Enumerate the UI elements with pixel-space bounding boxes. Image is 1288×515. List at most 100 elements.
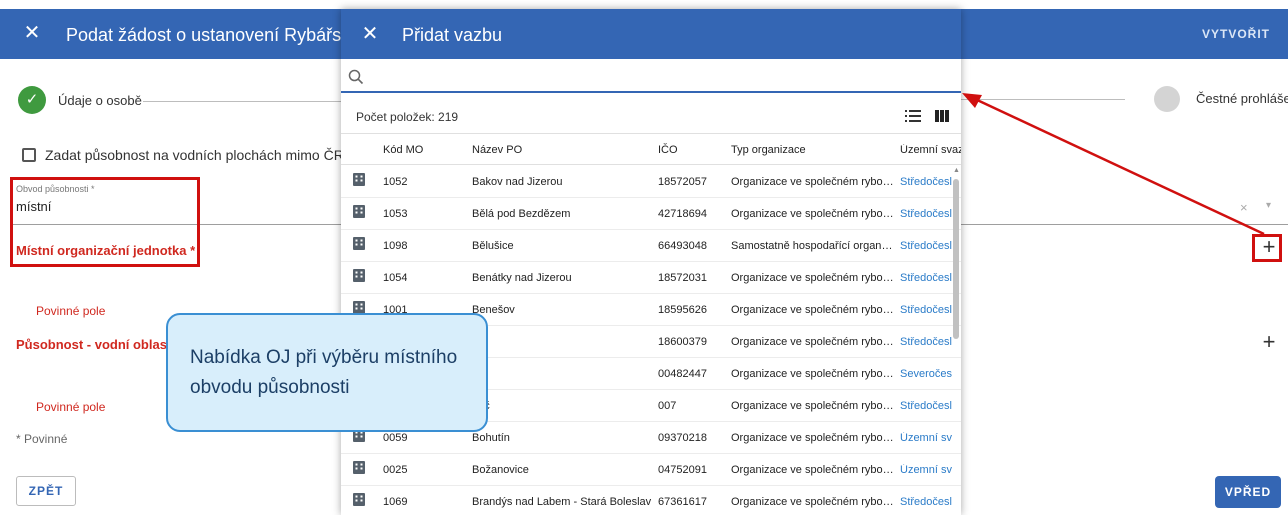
search-underline [341,91,961,93]
required-note: * Povinné [16,432,68,446]
cell-uzemni[interactable]: Středočesl [900,496,956,508]
cell-ico: 66493048 [658,240,707,252]
column-header-ico[interactable]: IČO [658,144,678,156]
required-error-text: Povinné pole [36,400,106,414]
cell-ico: 18600379 [658,336,707,348]
list-view-icon[interactable] [905,109,921,123]
cell-typ: Samostatně hospodařící organiz… [731,240,894,252]
pusobnost-field-label: Působnost - vodní oblast [16,337,172,352]
add-pusobnost-plus-icon[interactable]: + [1258,331,1280,354]
scrollbar-thumb[interactable] [953,179,959,339]
cell-ico: 00482447 [658,368,707,380]
cell-kod: 1052 [383,176,408,188]
cell-typ: Organizace ve společném rybolo… [731,176,894,188]
cell-ico: 09370218 [658,432,707,444]
search-icon [348,69,364,85]
column-header-typ[interactable]: Typ organizace [731,144,806,156]
column-header-kod[interactable]: Kód MO [383,144,423,156]
annotation-highlight-box [10,177,200,267]
table-row[interactable]: 1098 Bělušice 66493048 Samostatně hospodaří… [341,230,961,262]
cell-uzemni[interactable]: Územní sv [900,432,956,444]
cell-nazev: n [472,336,652,348]
next-button[interactable]: VPŘED [1215,476,1281,508]
cell-ico: 18595626 [658,304,707,316]
cell-uzemni[interactable]: Územní sv [900,464,956,476]
cell-uzemni[interactable]: Středočesl [900,336,956,348]
table-header: Kód MO Název PO IČO Typ organizace Územn… [341,133,961,165]
step-label-declaration[interactable]: Čestné prohlášení [1196,91,1288,106]
cell-kod: 0059 [383,432,408,444]
building-icon [353,269,365,282]
cell-kod: 1069 [383,496,408,508]
column-view-icon[interactable] [935,109,949,123]
cell-nazev: Božanovice [472,464,529,476]
cell-typ: Organizace ve společném rybolo… [731,208,894,220]
step-completed-check-icon: ✓ [18,86,46,114]
annotation-callout: Nabídka OJ při výběru místního obvodu pů… [166,313,488,432]
create-button[interactable]: VYTVOŘIT [1202,27,1270,41]
cell-uzemni[interactable]: Středočesl [900,240,956,252]
column-header-nazev[interactable]: Název PO [472,144,522,156]
cell-ico: 18572031 [658,272,707,284]
scroll-up-arrow-icon[interactable]: ▲ [953,167,960,174]
building-icon [353,301,365,314]
cell-kod: 0025 [383,464,408,476]
dialog-search-input[interactable] [367,68,957,88]
stepper-connector [143,101,343,102]
table-row[interactable]: 0025 Božanovice 04752091 Organizace ve spol… [341,454,961,486]
annotation-highlight-box [1252,234,1282,262]
cell-ico: 04752091 [658,464,707,476]
cell-uzemni[interactable]: Středočesl [900,304,956,316]
page-title: Podat žádost o ustanovení Rybářské st [66,25,380,45]
cell-typ: Organizace ve společném rybolo… [731,464,894,476]
required-error-text: Povinné pole [36,304,106,318]
building-icon [353,237,365,250]
clear-icon[interactable]: × [1240,200,1248,215]
step-indicator [1154,86,1180,112]
cell-ico: 67361617 [658,496,707,508]
cell-kod: 1053 [383,208,408,220]
cell-nazev: Bohutín [472,432,510,444]
cell-nazev: Benátky nad Jizerou [472,272,572,284]
table-row[interactable]: 1054 Benátky nad Jizerou 18572031 Organizac… [341,262,961,294]
cell-nazev: Bělušice [472,240,514,252]
table-row[interactable]: 1069 Brandýs nad Labem - Stará Boleslav 67… [341,486,961,515]
callout-text: Nabídka OJ při výběru místního obvodu pů… [190,347,458,398]
dialog-header: ✕ Přidat vazbu [341,9,961,59]
cell-typ: Organizace ve společném rybolo… [731,400,894,412]
cell-nazev: neč [472,400,652,412]
cell-uzemni[interactable]: Středočesl [900,176,956,188]
building-icon [353,493,365,506]
cell-kod: 1098 [383,240,408,252]
cell-ico: 18572057 [658,176,707,188]
chevron-down-icon[interactable]: ▾ [1266,200,1271,211]
cell-typ: Organizace ve společném rybolo… [731,496,894,508]
cell-uzemni[interactable]: Středočesl [900,400,956,412]
step-label-personal[interactable]: Údaje o osobě [58,93,142,108]
screen: ✕ Podat žádost o ustanovení Rybářské st … [0,0,1288,515]
cell-ico: 007 [658,400,677,412]
cell-ico: 42718694 [658,208,707,220]
table-row[interactable]: 1052 Bakov nad Jizerou 18572057 Organizace … [341,166,961,198]
cell-nazev: Bakov nad Jizerou [472,176,563,188]
checkbox-label: Zadat působnost na vodních plochách mimo… [45,147,361,163]
cell-typ: Organizace ve společném rybolo… [731,368,894,380]
table-row[interactable]: 1053 Bělá pod Bezdězem 42718694 Organizace … [341,198,961,230]
cell-uzemni[interactable]: Středočesl [900,272,956,284]
cell-uzemni[interactable]: Středočesl [900,208,956,220]
cell-nazev: Benešov [472,304,515,316]
column-header-uzemni[interactable]: Územní svaz [900,144,961,156]
back-button[interactable]: ZPĚT [16,476,76,506]
building-icon [353,461,365,474]
dialog-title: Přidat vazbu [402,25,503,45]
checkbox-outside-waters[interactable] [22,148,36,162]
dialog-close-icon[interactable]: ✕ [360,24,380,44]
cell-kod: 1054 [383,272,408,284]
add-relation-dialog: ✕ Přidat vazbu Počet položek: 219 Kód MO… [341,9,961,515]
stepper-connector [960,99,1125,100]
cell-typ: Organizace ve společném rybolo… [731,304,894,316]
building-icon [353,173,365,186]
item-count: Počet položek: 219 [356,110,459,124]
cell-uzemni[interactable]: Severočes [900,368,956,380]
close-icon[interactable]: ✕ [22,23,42,43]
